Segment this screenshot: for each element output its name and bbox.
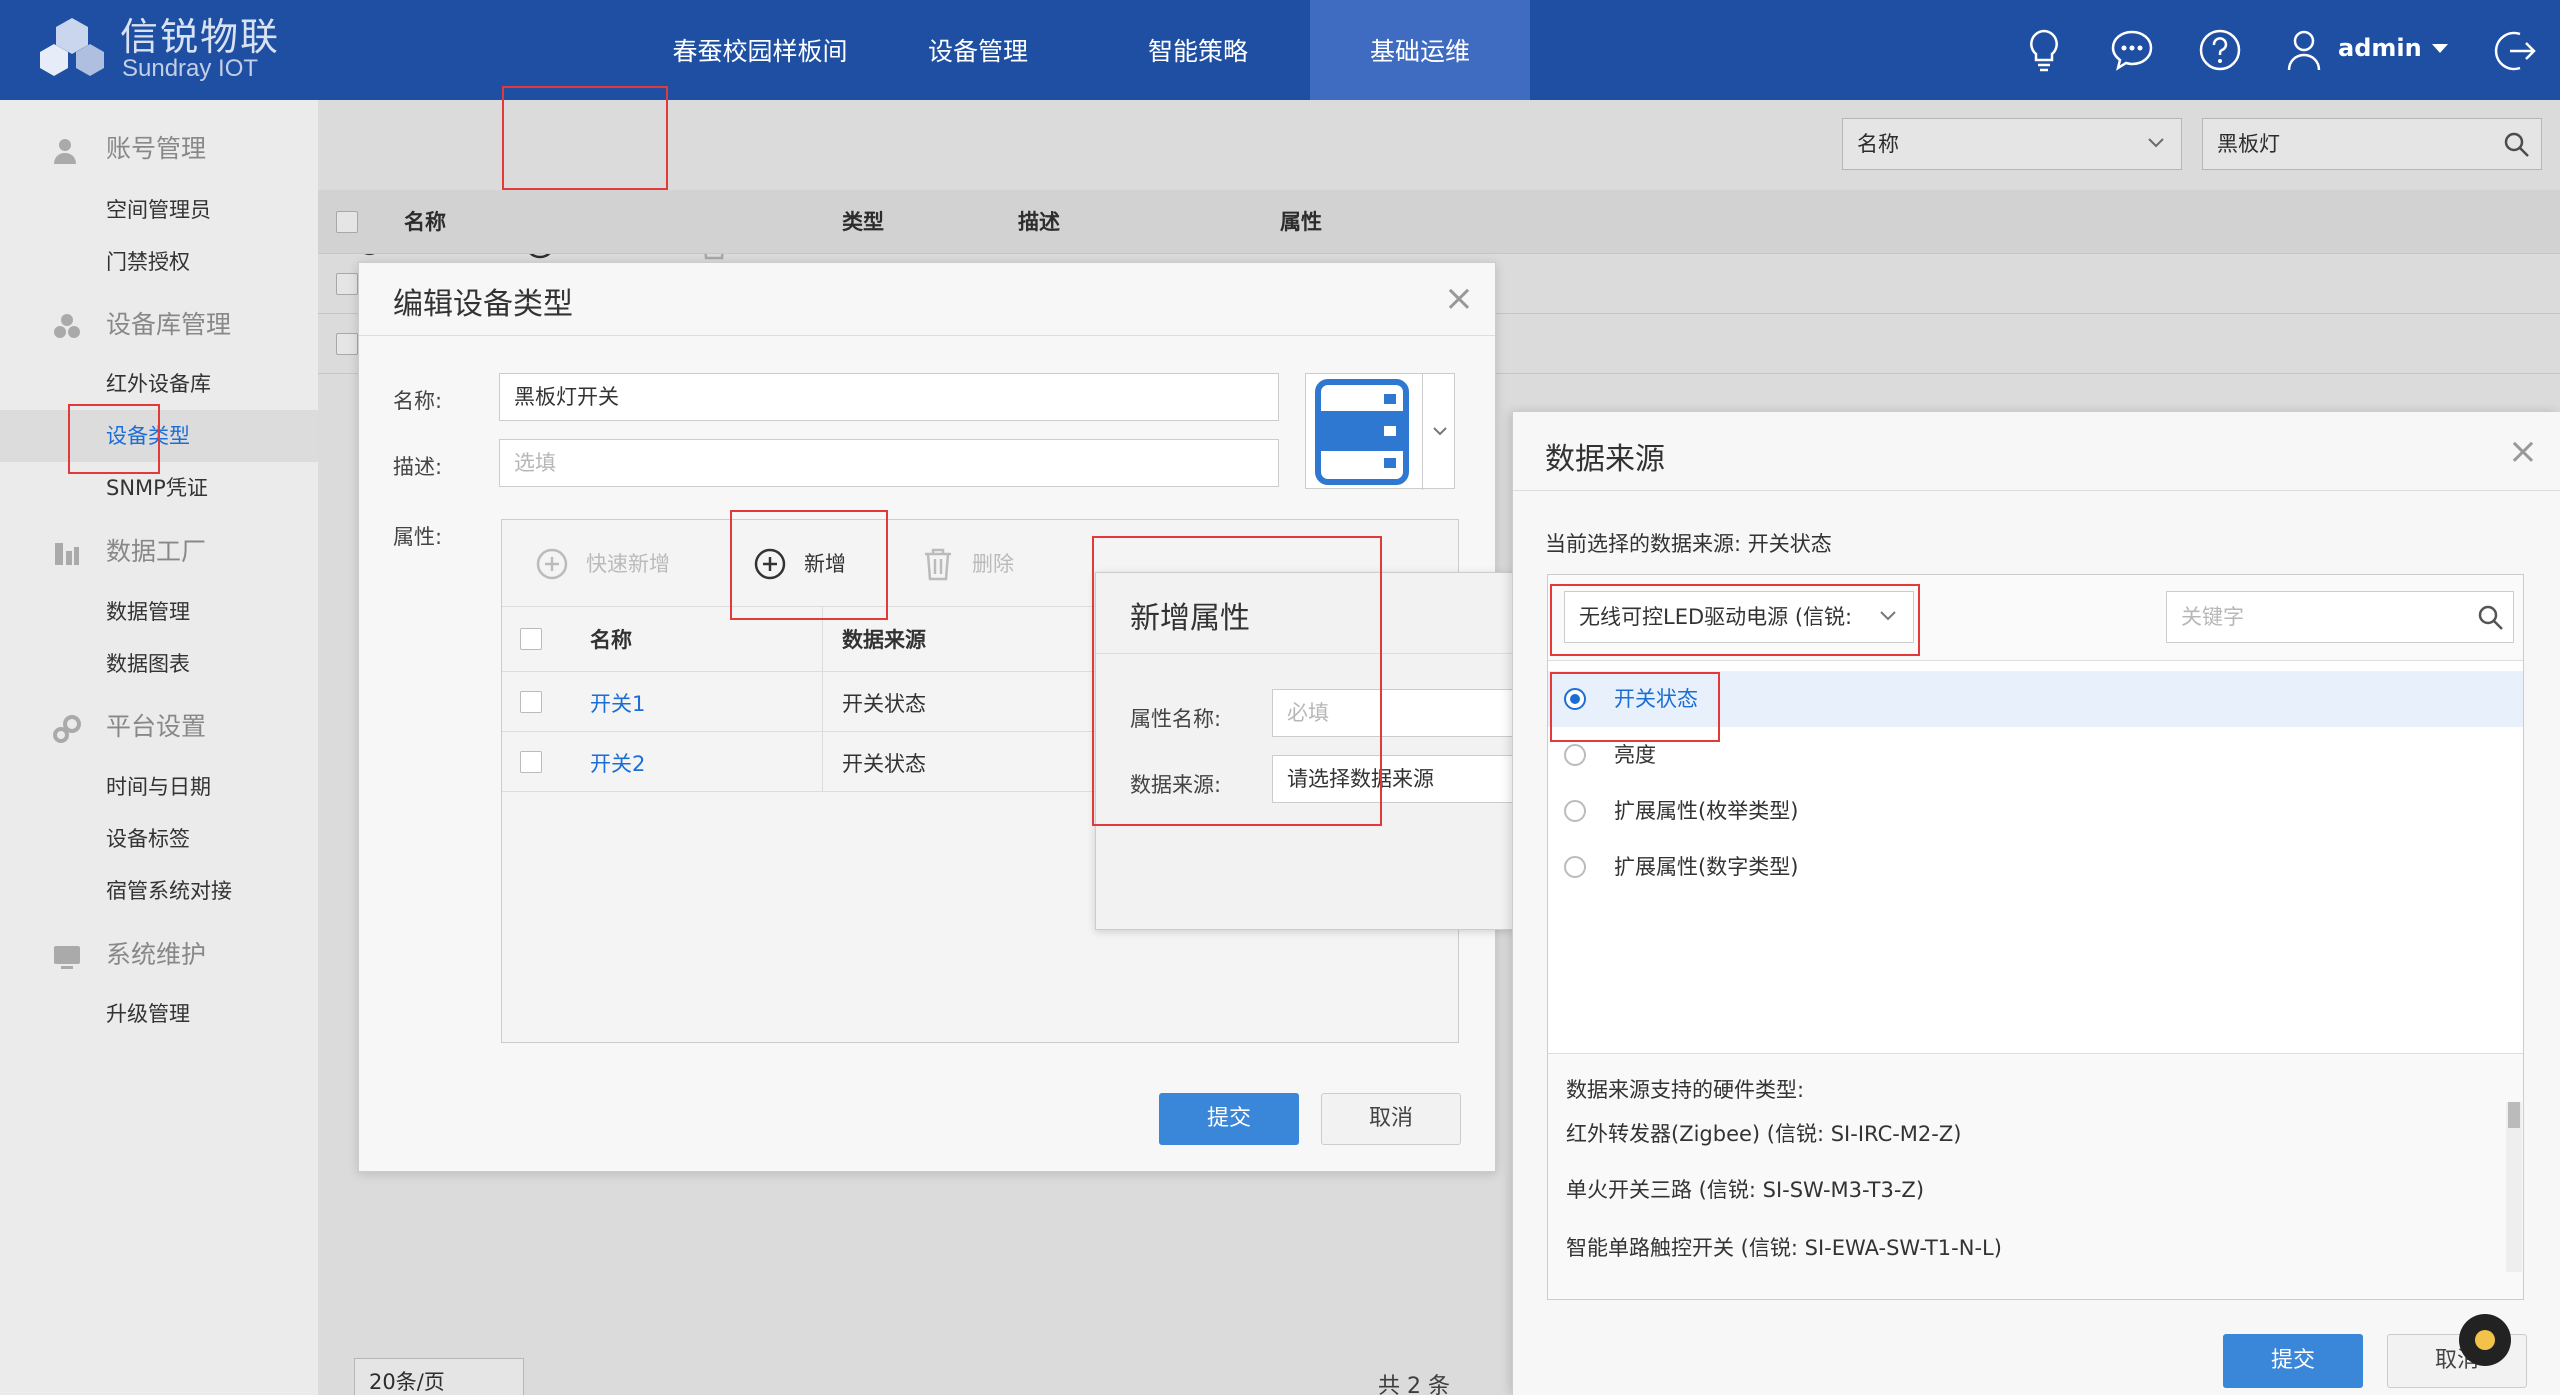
source-option-number[interactable]: 扩展属性(数字类型) <box>1548 839 2523 895</box>
device-model-select[interactable]: 无线可控LED驱动电源 (信锐: <box>1564 591 1914 643</box>
help-icon[interactable] <box>2198 28 2242 72</box>
attr-column-name: 名称 <box>590 628 632 652</box>
radio-button[interactable] <box>1564 856 1586 878</box>
sidebar-group-account[interactable]: 账号管理 <box>0 122 318 176</box>
logo-text-cn: 信锐物联 <box>120 15 281 59</box>
server-icon <box>1312 378 1412 486</box>
attr-name-link[interactable]: 开关1 <box>590 688 645 718</box>
devices-icon <box>52 312 82 342</box>
top-header: 信锐物联 Sundray IOT 春蚕校园样板间 设备管理 智能策略 基础运维 … <box>0 0 2560 100</box>
sidebar-group-platform[interactable]: 平台设置 <box>0 700 318 754</box>
attr-name-input[interactable]: 必填 <box>1272 689 1516 737</box>
name-label: 名称: <box>393 389 443 413</box>
data-source-dialog: 数据来源 × 当前选择的数据来源: 开关状态 无线可控LED驱动电源 (信锐: … <box>1512 412 2560 1395</box>
attr-label: 属性: <box>393 525 443 549</box>
current-source-text: 当前选择的数据来源: 开关状态 <box>1545 532 1832 556</box>
add-attribute-dialog: 新增属性 属性名称: 必填 数据来源: 请选择数据来源 <box>1095 572 1516 930</box>
sidebar-item-access[interactable]: 门禁授权 <box>0 236 318 288</box>
sidebar-item-data-manage[interactable]: 数据管理 <box>0 586 318 638</box>
radio-button[interactable] <box>1564 744 1586 766</box>
attr-select-all-checkbox[interactable] <box>520 628 542 650</box>
logout-icon[interactable] <box>2492 28 2538 74</box>
dialog-title: 新增属性 <box>1130 601 1250 636</box>
hardware-item: 单火开关三路 (信锐: SI-SW-M3-T3-Z) <box>1566 1178 1925 1202</box>
icon-picker[interactable] <box>1305 373 1455 490</box>
row-checkbox[interactable] <box>520 751 542 773</box>
attr-name-label: 属性名称: <box>1130 707 1222 731</box>
attr-source: 开关状态 <box>842 692 926 716</box>
sidebar-item-data-chart[interactable]: 数据图表 <box>0 638 318 690</box>
attr-name-link[interactable]: 开关2 <box>590 748 645 778</box>
quick-add-button[interactable]: 快速新增 <box>536 542 670 586</box>
user-icon <box>52 136 82 166</box>
data-source-select[interactable]: 请选择数据来源 <box>1272 755 1516 803</box>
sidebar-item-snmp[interactable]: SNMP凭证 <box>0 462 318 514</box>
chat-icon[interactable] <box>2110 28 2154 72</box>
attr-add-button[interactable]: 新增 <box>754 542 846 586</box>
lightbulb-icon[interactable] <box>2024 28 2064 72</box>
sidebar-item-space-admin[interactable]: 空间管理员 <box>0 184 318 236</box>
trash-icon <box>922 547 954 581</box>
nav-tab-operations[interactable]: 基础运维 <box>1310 0 1530 100</box>
settings-icon <box>52 714 82 744</box>
desc-input[interactable]: 选填 <box>499 439 1279 487</box>
submit-button[interactable]: 提交 <box>1159 1093 1299 1145</box>
nav-tab-campus[interactable]: 春蚕校园样板间 <box>640 0 880 100</box>
chevron-down-icon <box>1432 426 1448 436</box>
user-name[interactable]: admin <box>2338 34 2422 62</box>
hardware-item: 智能单路触控开关 (信锐: SI-EWA-SW-T1-N-L) <box>1566 1236 2002 1260</box>
sidebar-item-datetime[interactable]: 时间与日期 <box>0 761 318 813</box>
hardware-title: 数据来源支持的硬件类型: <box>1566 1078 1805 1102</box>
source-panel-toolbar: 无线可控LED驱动电源 (信锐: 关键字 <box>1548 575 2523 661</box>
source-option-switch-state[interactable]: 开关状态 <box>1548 671 2523 727</box>
user-icon[interactable] <box>2286 28 2322 72</box>
divider <box>359 335 1495 336</box>
scrollbar-thumb[interactable] <box>2508 1102 2520 1128</box>
dialog-title: 编辑设备类型 <box>393 287 573 322</box>
data-source-label: 数据来源: <box>1130 773 1222 797</box>
close-icon[interactable]: × <box>2503 434 2543 474</box>
dialog-title: 数据来源 <box>1545 442 1665 477</box>
sidebar-group-device-lib[interactable]: 设备库管理 <box>0 298 318 352</box>
caret-down-icon[interactable] <box>2430 42 2450 56</box>
sidebar-item-device-type[interactable]: 设备类型 <box>0 410 318 462</box>
source-option-enum[interactable]: 扩展属性(枚举类型) <box>1548 783 2523 839</box>
attr-source: 开关状态 <box>842 752 926 776</box>
assistant-icon[interactable] <box>2459 1314 2511 1366</box>
hardware-item: 红外转发器(Zigbee) (信锐: SI-IRC-M2-Z) <box>1566 1122 1962 1146</box>
chart-icon <box>52 539 82 569</box>
sidebar-item-ir-lib[interactable]: 红外设备库 <box>0 358 318 410</box>
plus-circle-icon <box>754 548 786 580</box>
sidebar-item-dorm[interactable]: 宿管系统对接 <box>0 865 318 917</box>
monitor-icon <box>52 942 82 972</box>
source-panel: 无线可控LED驱动电源 (信锐: 关键字 开关状态 亮度 扩展属性(枚举类型) … <box>1547 574 2524 1300</box>
attr-column-source: 数据来源 <box>842 628 926 652</box>
nav-tab-devices[interactable]: 设备管理 <box>888 0 1068 100</box>
logo-icon <box>34 14 110 84</box>
nav-tab-strategy[interactable]: 智能策略 <box>1108 0 1288 100</box>
logo-text-en: Sundray IOT <box>122 55 259 82</box>
radio-button[interactable] <box>1564 688 1586 710</box>
keyword-input[interactable]: 关键字 <box>2166 591 2514 643</box>
attr-delete-button[interactable]: 删除 <box>922 542 1014 586</box>
sidebar-group-maintenance[interactable]: 系统维护 <box>0 928 318 982</box>
submit-button[interactable]: 提交 <box>2223 1334 2363 1388</box>
name-input[interactable]: 黑板灯开关 <box>499 373 1279 421</box>
cancel-button[interactable]: 取消 <box>1321 1093 1461 1145</box>
sidebar-item-device-tag[interactable]: 设备标签 <box>0 813 318 865</box>
scrollbar[interactable] <box>2506 1102 2522 1272</box>
hardware-support-panel: 数据来源支持的硬件类型: 红外转发器(Zigbee) (信锐: SI-IRC-M… <box>1548 1053 2523 1299</box>
close-icon[interactable]: × <box>1439 281 1479 321</box>
radio-button[interactable] <box>1564 800 1586 822</box>
plus-circle-icon <box>536 548 568 580</box>
source-option-brightness[interactable]: 亮度 <box>1548 727 2523 783</box>
chevron-down-icon <box>1879 610 1897 622</box>
sidebar-item-upgrade[interactable]: 升级管理 <box>0 988 318 1040</box>
desc-label: 描述: <box>393 455 443 479</box>
sidebar: 账号管理 空间管理员 门禁授权 设备库管理 红外设备库 设备类型 SNMP凭证 … <box>0 100 318 1395</box>
row-checkbox[interactable] <box>520 691 542 713</box>
sidebar-group-data-factory[interactable]: 数据工厂 <box>0 525 318 579</box>
search-icon[interactable] <box>2477 604 2505 632</box>
